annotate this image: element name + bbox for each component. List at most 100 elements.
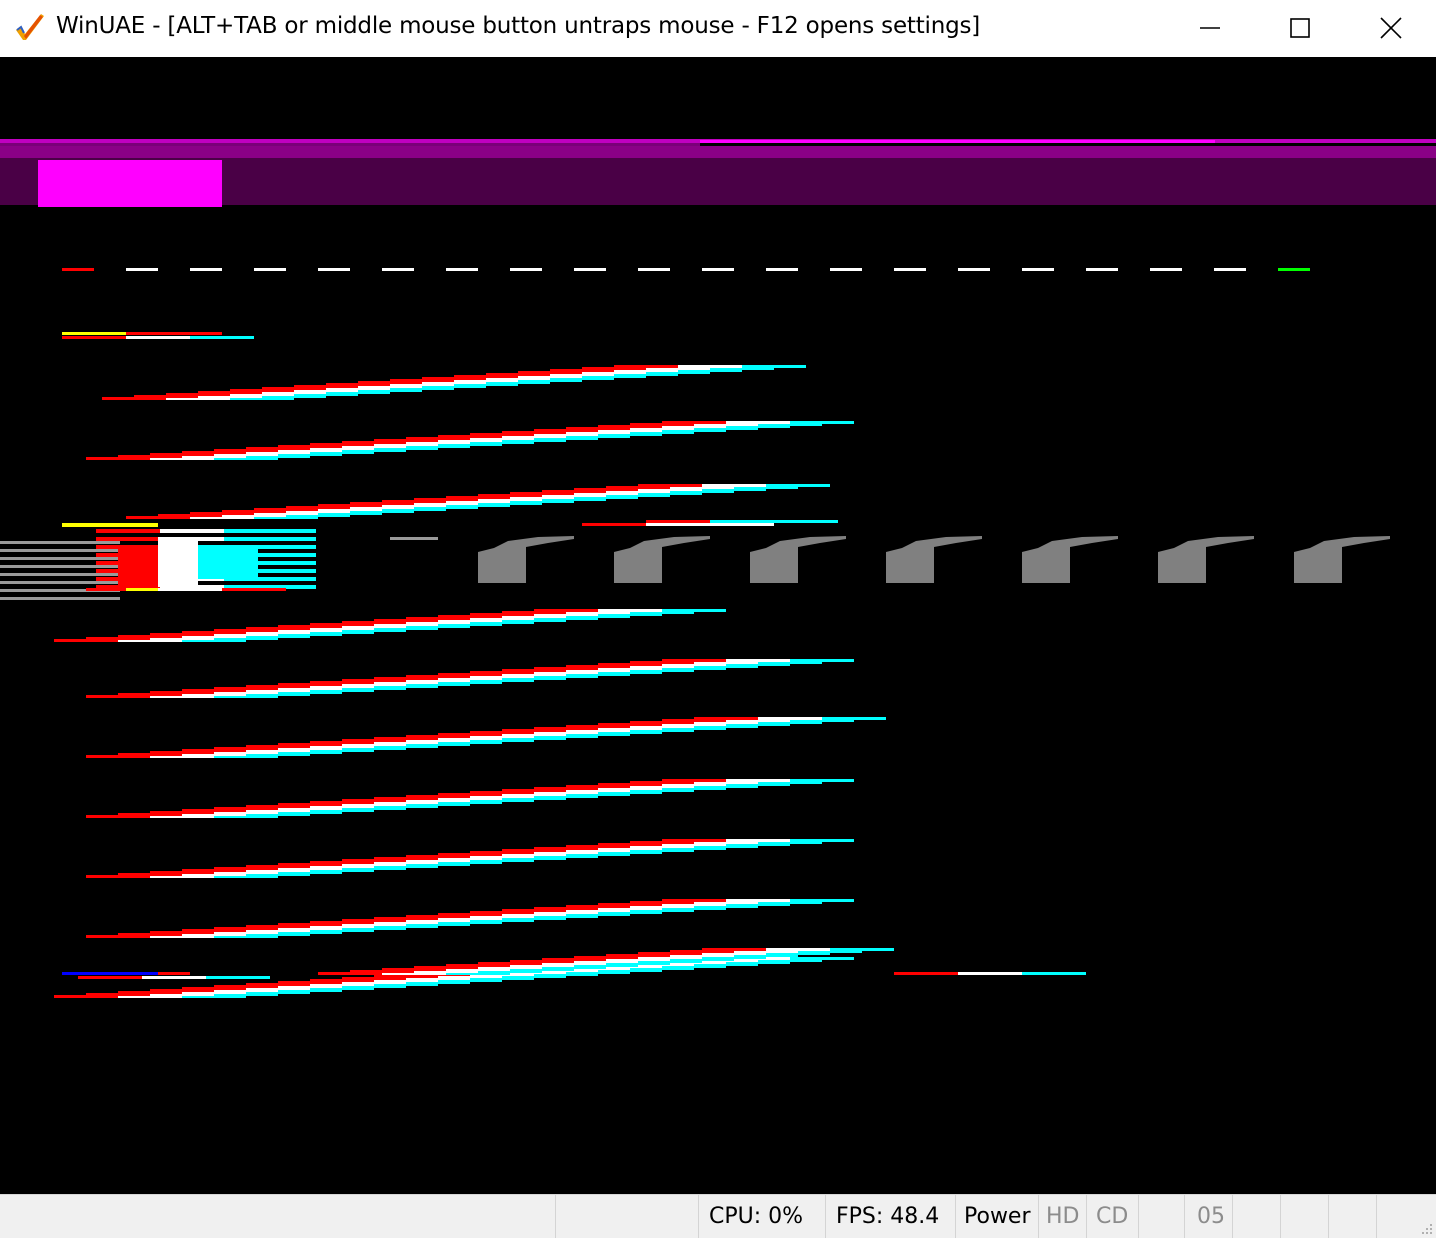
cluster-white bbox=[160, 529, 224, 533]
cd-led: CD bbox=[1086, 1195, 1138, 1238]
stripe-1-white bbox=[678, 365, 742, 368]
winuae-window: WinUAE - [ALT+TAB or middle mouse button… bbox=[0, 0, 1436, 1238]
marker-red bbox=[126, 332, 222, 335]
grey-boot-shape bbox=[1294, 536, 1390, 583]
power-led: Power bbox=[955, 1195, 1038, 1238]
close-icon bbox=[1380, 16, 1402, 39]
marker-cyan bbox=[190, 336, 254, 339]
df0-drive-indicator: 05 bbox=[1184, 1195, 1232, 1238]
title-bar[interactable]: WinUAE - [ALT+TAB or middle mouse button… bbox=[0, 0, 1436, 57]
cluster-red bbox=[96, 537, 160, 541]
cluster-red bbox=[96, 529, 160, 533]
dash-white bbox=[1214, 268, 1246, 271]
dash-white bbox=[254, 268, 286, 271]
cluster-block-cyan bbox=[198, 545, 258, 579]
stripe-7-cyan bbox=[790, 779, 854, 782]
stripe-5-white bbox=[726, 659, 790, 662]
grey-line bbox=[0, 573, 120, 576]
fps-indicator: FPS: 48.4 bbox=[825, 1195, 955, 1238]
minimize-button[interactable] bbox=[1165, 0, 1255, 55]
grey-dash bbox=[390, 537, 438, 540]
stripe-8-white bbox=[726, 839, 790, 842]
dash-white bbox=[894, 268, 926, 271]
cluster-cyan bbox=[224, 537, 316, 541]
cluster-white bbox=[646, 523, 774, 526]
maximize-icon bbox=[1289, 17, 1311, 39]
stripe-11-red bbox=[702, 948, 766, 951]
bottom-white bbox=[142, 976, 206, 979]
dash-green bbox=[1278, 268, 1310, 271]
stripe-5-red bbox=[662, 659, 726, 662]
df3-drive-indicator bbox=[1328, 1195, 1376, 1238]
df2-drive-indicator bbox=[1280, 1195, 1328, 1238]
status-bar: CPU: 0% FPS: 48.4 Power HD CD 05 bbox=[0, 1194, 1436, 1238]
stripe-7-red bbox=[662, 779, 726, 782]
cluster-yellow bbox=[62, 523, 158, 527]
marker-yellow bbox=[62, 332, 126, 335]
marker-white bbox=[126, 336, 190, 339]
stripe-3-cyan bbox=[766, 484, 830, 487]
stripe-2-cyan bbox=[790, 421, 854, 424]
grey-boot-shape bbox=[478, 536, 574, 583]
cluster-cyan bbox=[224, 529, 316, 533]
stripe-6-white bbox=[758, 717, 822, 720]
grey-line bbox=[0, 581, 120, 584]
stripe-11-cyan bbox=[830, 948, 894, 951]
copper-bar-line bbox=[0, 143, 700, 146]
drive-led-empty bbox=[1138, 1195, 1184, 1238]
emulator-screen-canvas[interactable] bbox=[0, 57, 1436, 1194]
dash-white bbox=[1150, 268, 1182, 271]
window-title: WinUAE - [ALT+TAB or middle mouse button… bbox=[56, 13, 981, 39]
magenta-block bbox=[38, 160, 222, 207]
bottom-cyan bbox=[1022, 972, 1086, 975]
resize-grip-icon[interactable] bbox=[1418, 1220, 1434, 1236]
stripe-8-red bbox=[662, 839, 726, 842]
marker-red bbox=[62, 336, 126, 339]
stripe-11-white bbox=[766, 948, 830, 951]
stripe-9-white bbox=[726, 899, 790, 902]
emulator-display[interactable] bbox=[0, 57, 1436, 1194]
stripe-4-cyan bbox=[662, 609, 726, 612]
maximize-button[interactable] bbox=[1255, 0, 1345, 55]
stripe-10-cyan bbox=[790, 957, 854, 960]
stripe-2-red bbox=[662, 421, 726, 424]
dash-white bbox=[830, 268, 862, 271]
bottom-red bbox=[158, 972, 190, 975]
cpu-indicator: CPU: 0% bbox=[698, 1195, 825, 1238]
dash-white bbox=[510, 268, 542, 271]
stripe-5-cyan bbox=[790, 659, 854, 662]
dash-white bbox=[702, 268, 734, 271]
bottom-red bbox=[894, 972, 958, 975]
dash-white bbox=[190, 268, 222, 271]
minimize-icon bbox=[1199, 17, 1221, 39]
copper-bar-highlight bbox=[700, 140, 1215, 143]
cluster-block-red bbox=[118, 545, 158, 585]
grey-boot-shape bbox=[614, 536, 710, 583]
bottom-white bbox=[958, 972, 1022, 975]
grey-line bbox=[0, 557, 120, 560]
dash-white bbox=[766, 268, 798, 271]
grey-line bbox=[0, 541, 120, 544]
stripe-4-red bbox=[534, 609, 598, 612]
cluster-red bbox=[582, 523, 646, 526]
dash-white bbox=[1086, 268, 1118, 271]
cluster-yellow bbox=[126, 588, 158, 591]
status-message-cell bbox=[0, 1195, 555, 1238]
stripe-7-white bbox=[726, 779, 790, 782]
grey-boot-shape bbox=[886, 536, 982, 583]
status-empty-cell bbox=[555, 1195, 698, 1238]
dash-white bbox=[958, 268, 990, 271]
bottom-cyan bbox=[206, 976, 270, 979]
close-button[interactable] bbox=[1346, 0, 1436, 55]
dash-white bbox=[1022, 268, 1054, 271]
stripe-4-white bbox=[598, 609, 662, 612]
winuae-checkmark-icon[interactable] bbox=[14, 12, 46, 42]
bottom-red bbox=[78, 976, 142, 979]
stripe-3-white bbox=[702, 484, 766, 487]
stripe-8-cyan bbox=[790, 839, 854, 842]
hd-led: HD bbox=[1038, 1195, 1086, 1238]
cluster-white bbox=[158, 588, 222, 591]
dash-white bbox=[446, 268, 478, 271]
grey-line bbox=[0, 597, 120, 600]
stripe-9-red bbox=[662, 899, 726, 902]
